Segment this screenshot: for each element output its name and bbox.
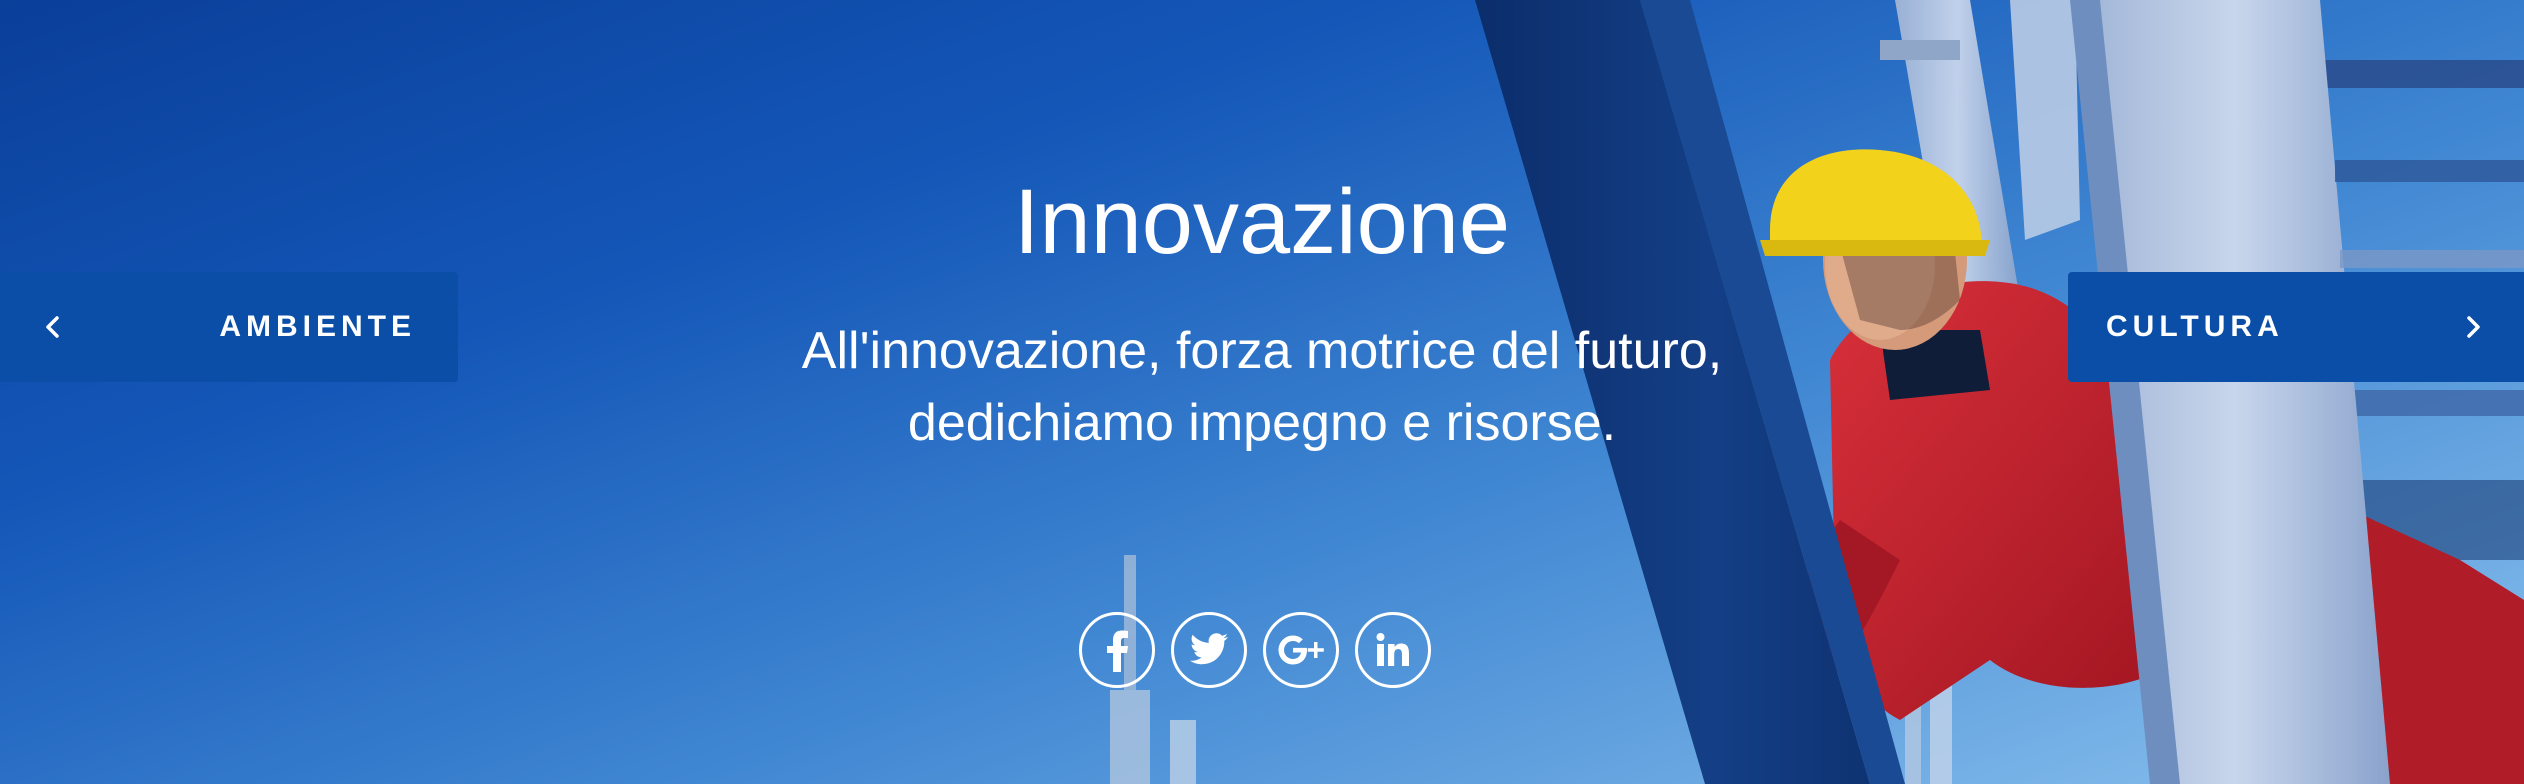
subtitle-line-1: All'innovazione, forza motrice del futur… — [801, 322, 1723, 380]
social-share-bar — [1079, 612, 1431, 688]
google-plus-icon — [1278, 635, 1324, 665]
subtitle-line-2: dedichiamo impegno e risorse. — [907, 394, 1617, 452]
hero-banner: Innovazione All'innovazione, forza motri… — [0, 0, 2524, 784]
prev-section-button[interactable]: AMBIENTE — [0, 272, 458, 382]
chevron-right-icon — [2467, 316, 2480, 338]
google-plus-share-button[interactable] — [1263, 612, 1339, 688]
linkedin-share-button[interactable] — [1355, 612, 1431, 688]
page-title: Innovazione — [1013, 171, 1511, 273]
prev-section-label: AMBIENTE — [219, 310, 416, 343]
next-section-label: CULTURA — [2106, 310, 2284, 343]
next-section-button[interactable]: CULTURA — [2068, 272, 2524, 382]
chevron-left-icon — [46, 316, 59, 338]
facebook-icon — [1107, 630, 1128, 672]
linkedin-icon — [1376, 633, 1409, 666]
page-subtitle: All'innovazione, forza motrice del futur… — [760, 315, 1764, 459]
facebook-share-button[interactable] — [1079, 612, 1155, 688]
twitter-share-button[interactable] — [1171, 612, 1247, 688]
twitter-icon — [1190, 633, 1228, 665]
